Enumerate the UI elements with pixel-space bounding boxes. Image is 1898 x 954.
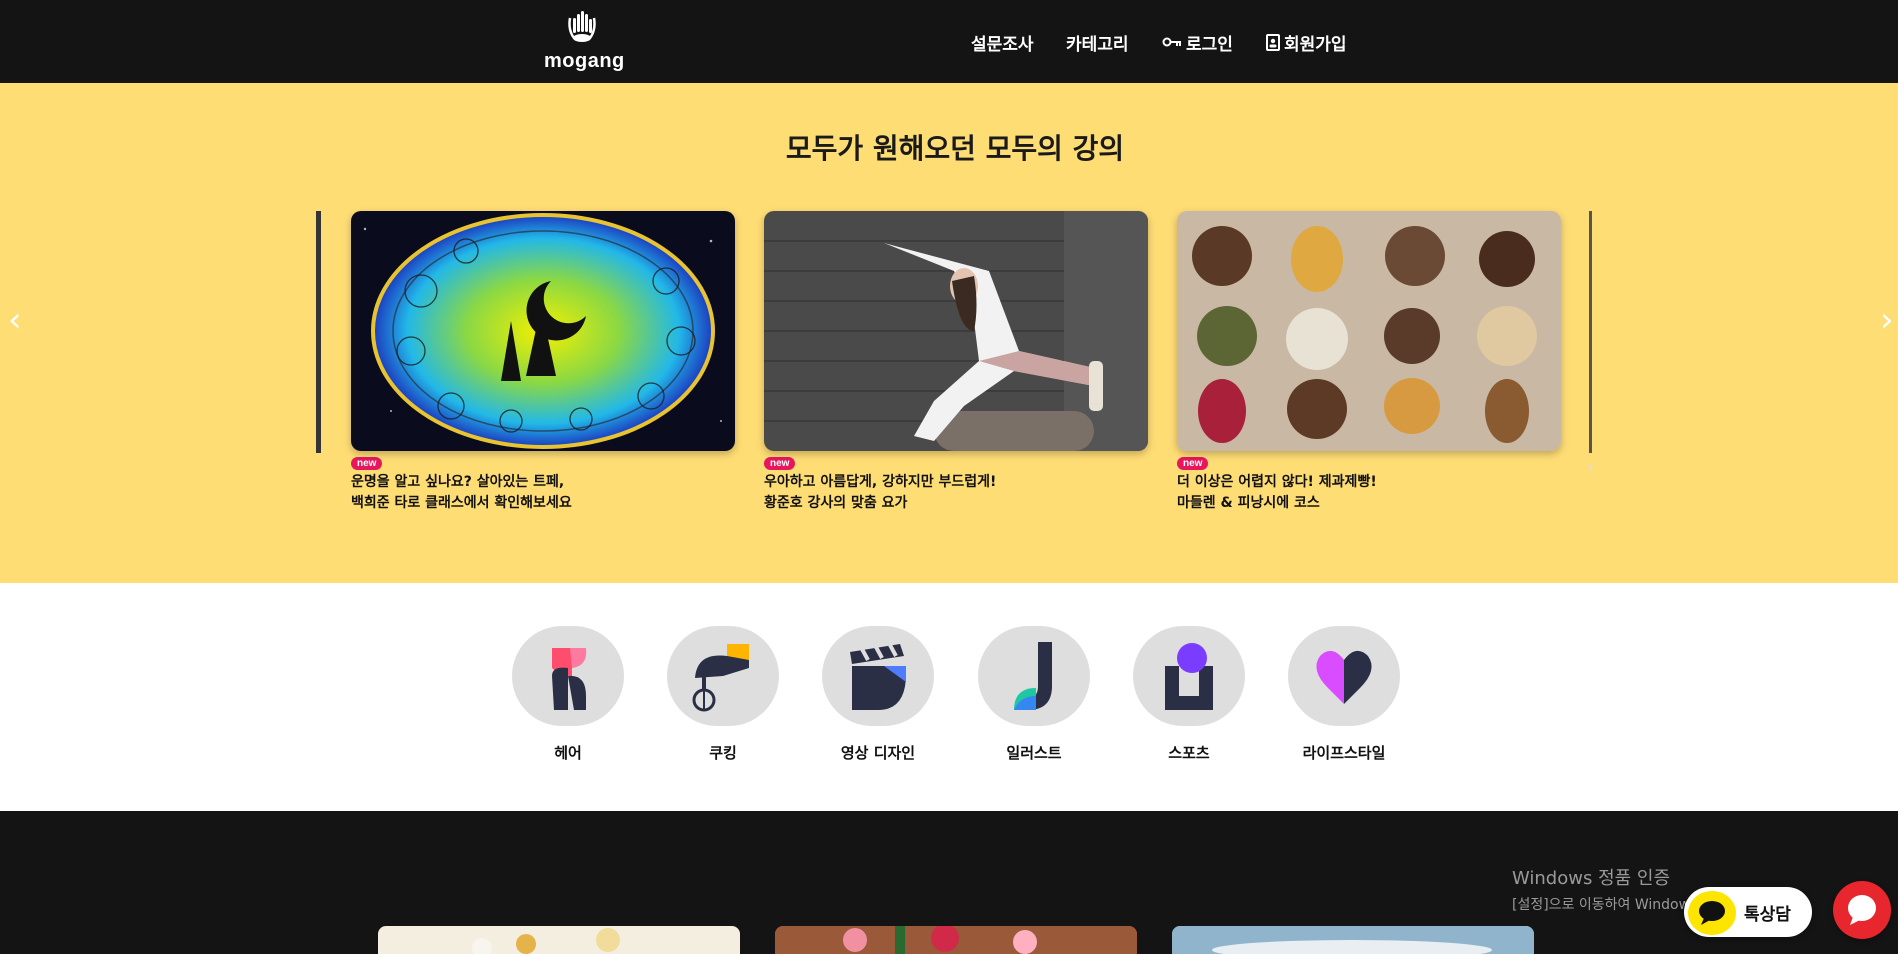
kakao-bubble-icon <box>1688 891 1736 935</box>
new-badge: new <box>764 457 796 470</box>
card-title: 더 이상은 어렵지 않다! 제과제빵! 마들렌 & 피낭시에 코스 <box>1177 472 1561 514</box>
carousel-peek-left <box>316 211 321 453</box>
hair-icon <box>512 626 624 726</box>
card-title: 운명을 알고 싶나요? 살아있는 트페, 백희준 타로 클래스에서 확인해보세요 <box>351 472 735 514</box>
bakery-card-image <box>1177 211 1561 451</box>
yoga-card-image <box>764 211 1148 451</box>
kakao-chat-label: 톡상담 <box>1744 905 1791 925</box>
hand-logo-icon <box>568 11 596 42</box>
hero-section: 모두가 원해오던 모두의 강의 ‹ › new 운명을 알고 싶나요? 살아있는… <box>0 83 1898 583</box>
kakao-chat-button[interactable]: 톡상담 <box>1684 887 1812 937</box>
featured-card-1[interactable] <box>378 926 740 954</box>
category-lifestyle[interactable]: 라이프스타일 <box>1288 626 1400 763</box>
tarot-card-image <box>351 211 735 451</box>
carousel-peek-right <box>1589 211 1592 453</box>
card-title: 우아하고 아름답게, 강하지만 부드럽게! 황준호 강사의 맞춤 요가 <box>764 472 1148 514</box>
card-title-line1: 우아하고 아름답게, 강하지만 부드럽게! <box>764 474 997 490</box>
nav-signup-label: 회원가입 <box>1284 34 1347 55</box>
featured-card-2[interactable] <box>775 926 1137 954</box>
cooking-icon <box>667 626 779 726</box>
nav-survey[interactable]: 설문조사 <box>971 28 1034 56</box>
clapperboard-icon <box>822 626 934 726</box>
nav-login[interactable]: 로그인 <box>1162 28 1233 56</box>
hero-title: 모두가 원해오던 모두의 강의 <box>785 132 1125 165</box>
category-label: 일러스트 <box>1006 744 1062 762</box>
featured-card-3[interactable] <box>1172 926 1534 954</box>
carousel-prev-icon[interactable]: ‹ <box>8 303 22 337</box>
mogang-logo[interactable]: mogang <box>544 10 625 72</box>
course-card-bakery[interactable]: new 더 이상은 어렵지 않다! 제과제빵! 마들렌 & 피낭시에 코스 <box>1177 211 1561 514</box>
nav-category[interactable]: 카테고리 <box>1066 28 1129 56</box>
course-card-yoga[interactable]: new 우아하고 아름답게, 강하지만 부드럽게! 황준호 강사의 맞춤 요가 <box>764 211 1148 514</box>
category-section: 헤어 쿠킹 영상 디자인 일러스트 스포츠 라이프스타일 <box>0 583 1898 811</box>
category-illustration[interactable]: 일러스트 <box>978 626 1090 763</box>
card-title-line1: 운명을 알고 싶나요? 살아있는 트페, <box>351 474 565 490</box>
nav-login-label: 로그인 <box>1186 34 1233 55</box>
new-badge: new <box>1177 457 1209 470</box>
category-label: 스포츠 <box>1168 744 1210 762</box>
category-label: 영상 디자인 <box>840 744 916 762</box>
category-video-design[interactable]: 영상 디자인 <box>822 626 934 763</box>
id-card-icon <box>1266 33 1280 51</box>
key-icon <box>1162 37 1181 47</box>
carousel-peek-right-bar <box>1589 465 1592 470</box>
speech-bubble-icon <box>1848 895 1876 925</box>
category-label: 라이프스타일 <box>1302 744 1386 762</box>
heart-icon <box>1288 626 1400 726</box>
site-header: mogang 설문조사 카테고리 로그인 회원가입 <box>0 0 1898 83</box>
illustration-icon <box>978 626 1090 726</box>
category-cooking[interactable]: 쿠킹 <box>667 626 779 763</box>
category-hair[interactable]: 헤어 <box>512 626 624 763</box>
live-chat-button[interactable] <box>1833 881 1891 939</box>
carousel-next-icon[interactable]: › <box>1880 303 1894 337</box>
nav-signup[interactable]: 회원가입 <box>1266 28 1347 56</box>
card-title-line2: 황준호 강사의 맞춤 요가 <box>764 495 908 511</box>
card-title-line1: 더 이상은 어렵지 않다! 제과제빵! <box>1177 474 1377 490</box>
new-badge: new <box>351 457 383 470</box>
card-title-line2: 마들렌 & 피낭시에 코스 <box>1177 495 1320 511</box>
category-label: 쿠킹 <box>709 744 737 762</box>
nav-survey-label: 설문조사 <box>971 34 1034 55</box>
nav-category-label: 카테고리 <box>1066 34 1129 55</box>
category-sports[interactable]: 스포츠 <box>1133 626 1245 763</box>
category-label: 헤어 <box>554 744 582 762</box>
card-title-line2: 백희준 타로 클래스에서 확인해보세요 <box>351 495 572 511</box>
sports-icon <box>1133 626 1245 726</box>
logo-text: mogang <box>544 50 625 72</box>
course-card-tarot[interactable]: new 운명을 알고 싶나요? 살아있는 트페, 백희준 타로 클래스에서 확인… <box>351 211 735 514</box>
